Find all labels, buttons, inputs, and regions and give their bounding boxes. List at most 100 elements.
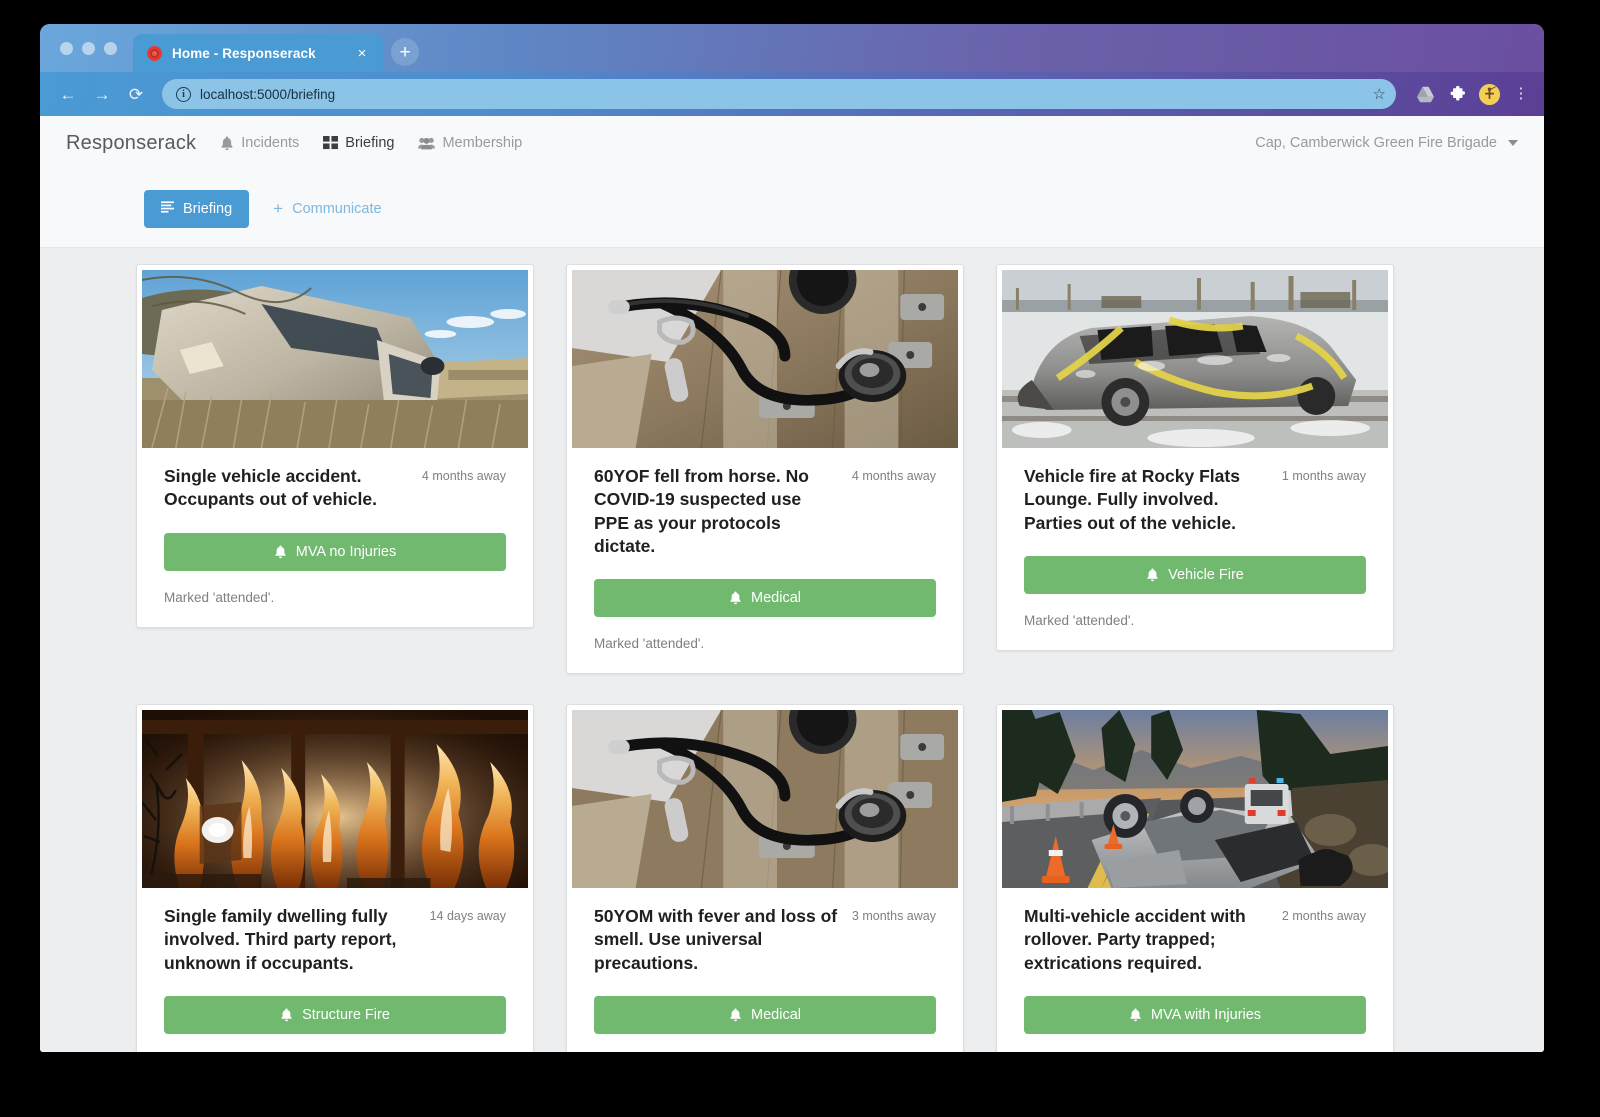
single-vehicle-accident-photo <box>142 270 528 448</box>
card-timing: 2 months away <box>1282 905 1366 923</box>
incident-type-button[interactable]: Structure Fire <box>164 996 506 1034</box>
briefing-card[interactable]: Single family dwelling fully involved. T… <box>136 704 534 1052</box>
incident-type-label: Medical <box>751 1007 801 1023</box>
nav-item-incidents[interactable]: Incidents <box>210 129 309 157</box>
browser-window: Home - Responserack × + ← → ⟳ i localhos… <box>40 24 1544 1052</box>
briefing-card-grid: Single vehicle accident. Occupants out o… <box>40 248 1544 1052</box>
app-navbar: Responserack Incidents <box>40 116 1544 170</box>
card-body: Vehicle fire at Rocky Flats Lounge. Full… <box>1002 448 1388 650</box>
stethoscope-photo <box>572 710 958 888</box>
profile-avatar-icon[interactable] <box>1476 81 1502 107</box>
card-body: Multi-vehicle accident with rollover. Pa… <box>1002 888 1388 1052</box>
incident-type-button[interactable]: Medical <box>594 996 936 1034</box>
bell-icon <box>729 1008 742 1022</box>
nav-item-membership[interactable]: Membership <box>408 129 532 157</box>
card-timing: 4 months away <box>422 465 506 483</box>
bell-icon <box>729 591 742 605</box>
incident-type-label: MVA no Injuries <box>296 544 396 560</box>
incident-type-button[interactable]: Medical <box>594 579 936 617</box>
plus-icon: + <box>273 200 283 217</box>
incident-type-label: MVA with Injuries <box>1151 1007 1261 1023</box>
sub-navbar: Briefing + Communicate <box>40 170 1544 248</box>
briefing-tab-button[interactable]: Briefing <box>144 190 249 228</box>
card-header: Single family dwelling fully involved. T… <box>164 905 506 975</box>
incident-type-button[interactable]: MVA no Injuries <box>164 533 506 571</box>
card-body: Single family dwelling fully involved. T… <box>142 888 528 1052</box>
browser-tab[interactable]: Home - Responserack × <box>133 34 383 72</box>
bell-icon <box>1129 1008 1142 1022</box>
briefing-card[interactable]: Vehicle fire at Rocky Flats Lounge. Full… <box>996 264 1394 651</box>
primary-nav: Incidents Briefing <box>210 129 532 157</box>
reload-icon[interactable]: ⟳ <box>122 80 150 108</box>
card-header: Single vehicle accident. Occupants out o… <box>164 465 506 512</box>
structure-fire-photo <box>142 710 528 888</box>
organization-menu[interactable]: Cap, Camberwick Green Fire Brigade <box>1255 135 1518 151</box>
bell-icon <box>220 136 234 151</box>
card-body: 50YOM with fever and loss of smell. Use … <box>572 888 958 1052</box>
card-status-note: Marked 'attended'. <box>594 636 936 651</box>
forward-icon[interactable]: → <box>88 80 116 108</box>
incident-type-label: Vehicle Fire <box>1168 567 1244 583</box>
burned-car-snow-photo <box>1002 270 1388 448</box>
incident-type-button[interactable]: Vehicle Fire <box>1024 556 1366 594</box>
card-header: Vehicle fire at Rocky Flats Lounge. Full… <box>1024 465 1366 535</box>
back-icon[interactable]: ← <box>54 80 82 108</box>
card-status-note: Marked 'attended'. <box>1024 613 1366 628</box>
card-title: Single family dwelling fully involved. T… <box>164 905 416 975</box>
organization-label: Cap, Camberwick Green Fire Brigade <box>1255 135 1497 151</box>
nav-item-briefing[interactable]: Briefing <box>313 129 404 157</box>
bell-icon <box>274 545 287 559</box>
grid-squares-icon <box>323 136 338 150</box>
card-timing: 1 months away <box>1282 465 1366 483</box>
briefing-card[interactable]: Single vehicle accident. Occupants out o… <box>136 264 534 628</box>
drive-icon[interactable] <box>1412 81 1438 107</box>
new-tab-button[interactable]: + <box>391 38 419 66</box>
lifering-favicon-icon <box>147 46 162 61</box>
briefing-card[interactable]: Multi-vehicle accident with rollover. Pa… <box>996 704 1394 1052</box>
maximize-window-button[interactable] <box>104 42 117 55</box>
minimize-window-button[interactable] <box>82 42 95 55</box>
url-text: localhost:5000/briefing <box>200 87 1364 102</box>
chevron-down-icon <box>1508 140 1518 146</box>
card-title: Multi-vehicle accident with rollover. Pa… <box>1024 905 1268 975</box>
rollover-sunset-photo <box>1002 710 1388 888</box>
desktop-background: Home - Responserack × + ← → ⟳ i localhos… <box>0 0 1600 1117</box>
card-timing: 4 months away <box>852 465 936 483</box>
site-info-icon[interactable]: i <box>176 87 191 102</box>
card-title: Single vehicle accident. Occupants out o… <box>164 465 408 512</box>
stethoscope-photo <box>572 270 958 448</box>
card-body: 60YOF fell from horse. No COVID-19 suspe… <box>572 448 958 673</box>
bell-icon <box>1146 568 1159 582</box>
brand-logo[interactable]: Responserack <box>52 132 210 155</box>
nav-label-membership: Membership <box>442 135 522 151</box>
close-window-button[interactable] <box>60 42 73 55</box>
card-body: Single vehicle accident. Occupants out o… <box>142 448 528 627</box>
briefing-tab-label: Briefing <box>183 201 232 217</box>
bell-icon <box>280 1008 293 1022</box>
briefing-card[interactable]: 60YOF fell from horse. No COVID-19 suspe… <box>566 264 964 674</box>
incident-type-label: Medical <box>751 590 801 606</box>
browser-toolbar: ← → ⟳ i localhost:5000/briefing ☆ <box>40 72 1544 116</box>
tab-title: Home - Responserack <box>172 46 343 61</box>
nav-label-briefing: Briefing <box>345 135 394 151</box>
card-header: 50YOM with fever and loss of smell. Use … <box>594 905 936 975</box>
address-bar[interactable]: i localhost:5000/briefing ☆ <box>162 79 1396 109</box>
browser-tab-strip: Home - Responserack × + <box>40 24 1544 72</box>
extensions-puzzle-icon[interactable] <box>1444 81 1470 107</box>
bookmark-star-icon[interactable]: ☆ <box>1373 87 1386 102</box>
card-header: Multi-vehicle accident with rollover. Pa… <box>1024 905 1366 975</box>
list-lines-icon <box>161 201 174 217</box>
nav-label-incidents: Incidents <box>241 135 299 151</box>
communicate-link[interactable]: + Communicate <box>259 189 395 228</box>
card-title: Vehicle fire at Rocky Flats Lounge. Full… <box>1024 465 1268 535</box>
communicate-label: Communicate <box>292 201 381 217</box>
card-header: 60YOF fell from horse. No COVID-19 suspe… <box>594 465 936 558</box>
close-icon[interactable]: × <box>353 44 371 62</box>
page-viewport: Responserack Incidents <box>40 116 1544 1052</box>
card-title: 60YOF fell from horse. No COVID-19 suspe… <box>594 465 838 558</box>
briefing-card[interactable]: 50YOM with fever and loss of smell. Use … <box>566 704 964 1052</box>
people-icon <box>418 136 435 150</box>
card-status-note: Marked 'attended'. <box>164 590 506 605</box>
incident-type-button[interactable]: MVA with Injuries <box>1024 996 1366 1034</box>
kebab-menu-icon[interactable]: ⋮ <box>1508 81 1534 107</box>
